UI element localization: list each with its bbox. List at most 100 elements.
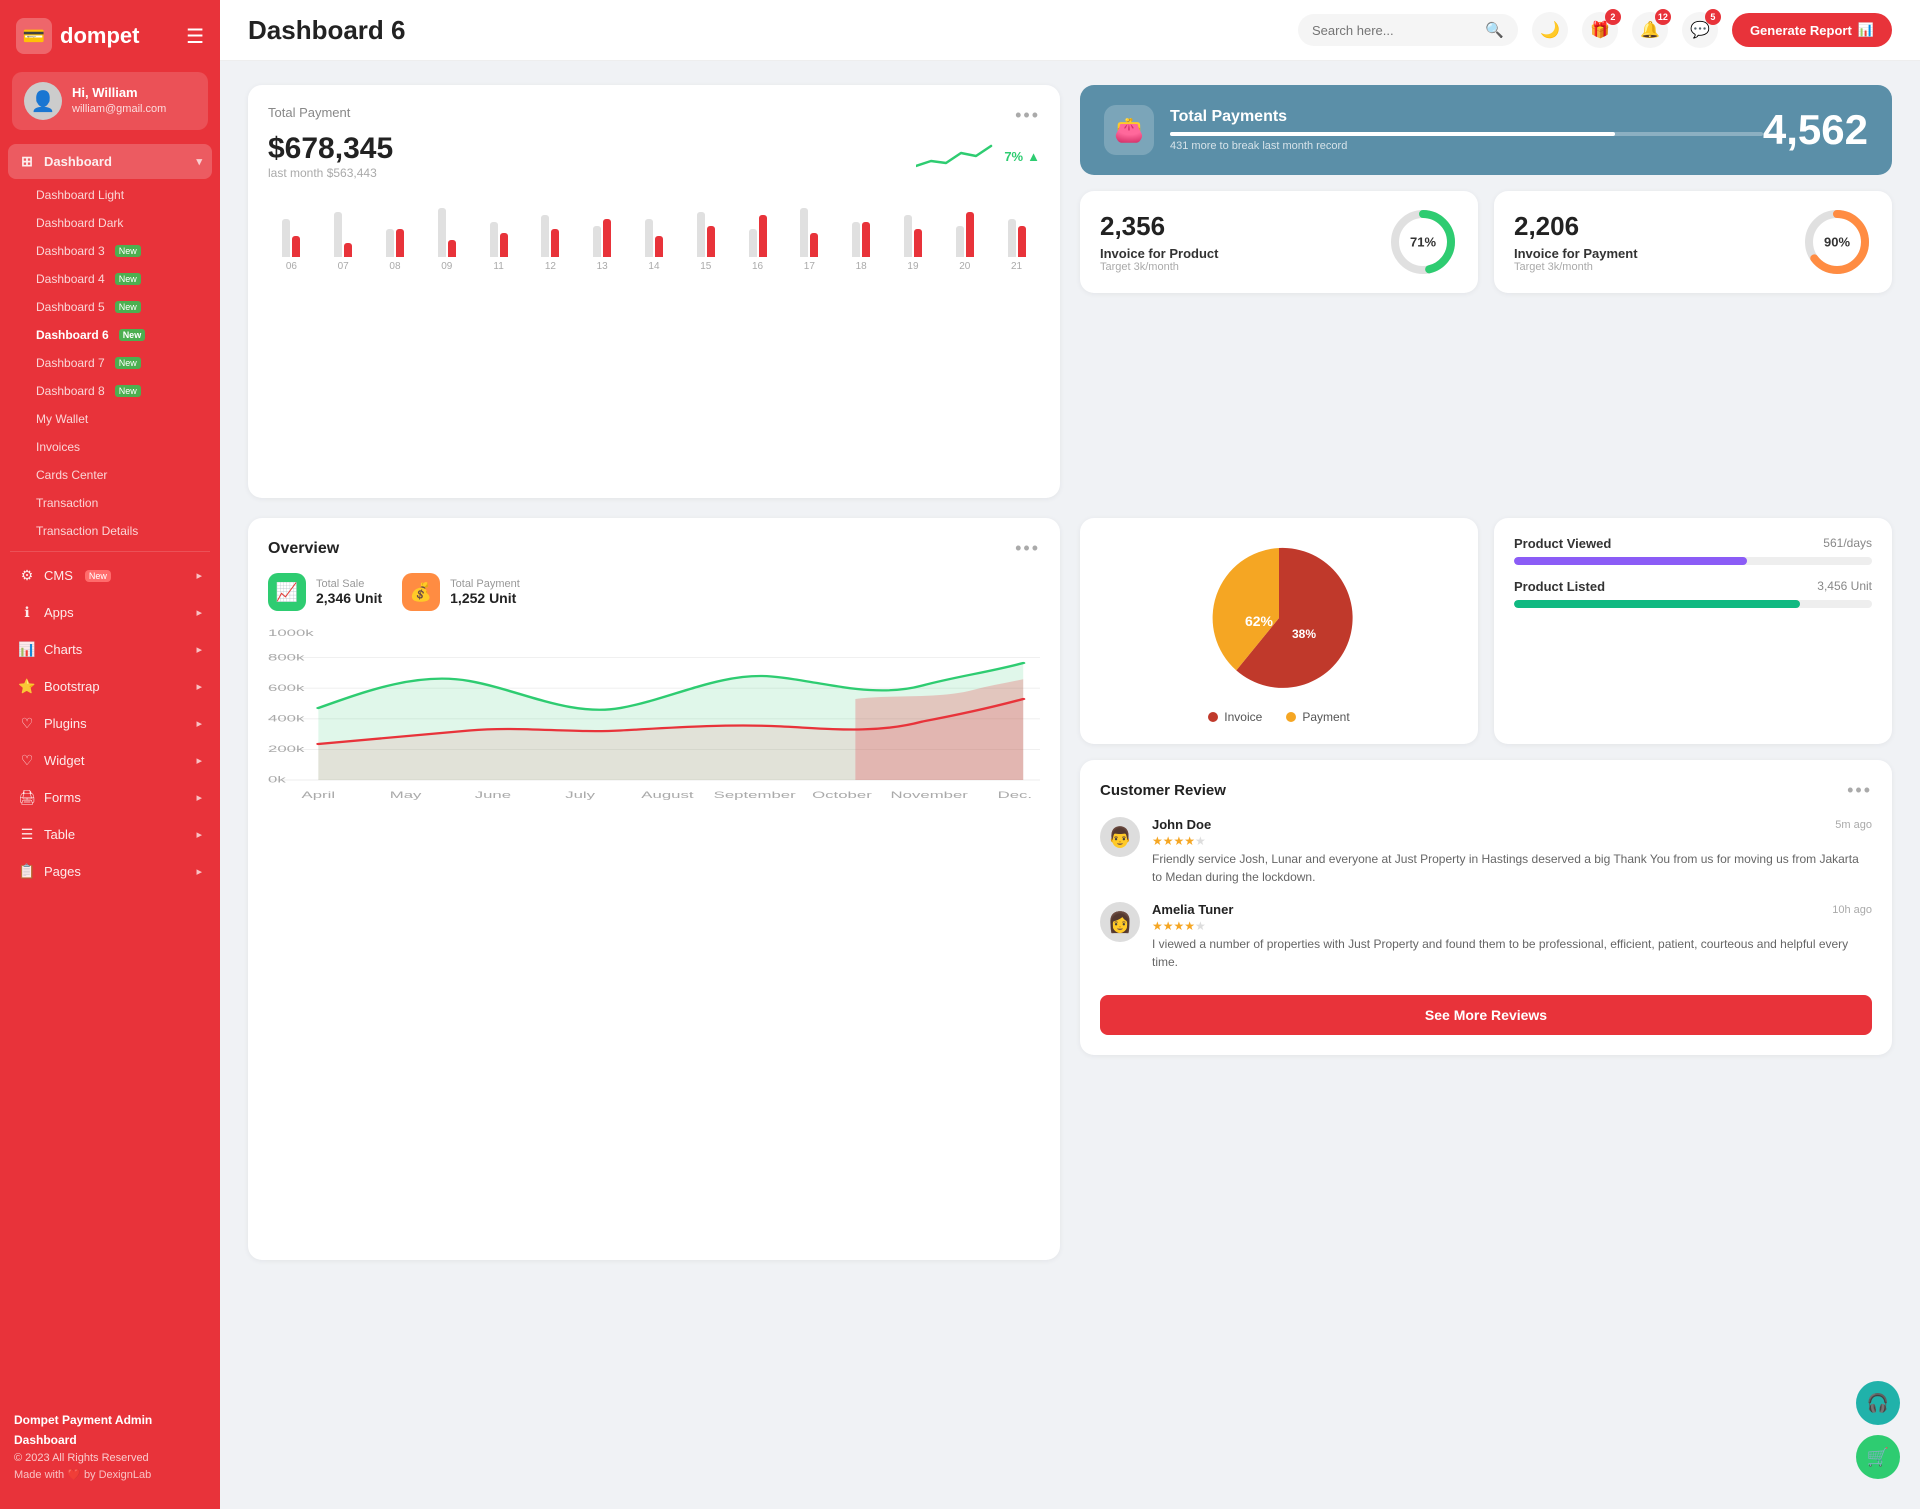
reviewer-name-2: Amelia Tuner <box>1152 902 1233 917</box>
cart-fab-button[interactable]: 🛒 <box>1856 1435 1900 1479</box>
sidebar-item-dashboard-light[interactable]: Dashboard Light <box>26 181 212 209</box>
nav-item-widget[interactable]: ♡ Widget ▸ <box>8 743 212 778</box>
sidebar-item-transaction[interactable]: Transaction <box>26 489 212 517</box>
review-menu-button[interactable]: ••• <box>1847 780 1872 801</box>
banner-title: Total Payments <box>1170 108 1763 126</box>
sidebar-item-dashboard-5[interactable]: Dashboard 5 New <box>26 293 212 321</box>
cart-icon: 🛒 <box>1867 1447 1889 1468</box>
support-fab-button[interactable]: 🎧 <box>1856 1381 1900 1425</box>
topbar: Dashboard 6 🔍 🌙 🎁 2 🔔 12 💬 5 Gen <box>220 0 1920 61</box>
footer-brand: Dompet Payment Admin Dashboard <box>14 1411 206 1449</box>
overview-card: Overview ••• 📈 Total Sale 2,346 Unit 💰 T… <box>248 518 1060 1260</box>
donut-pct-product: 71% <box>1410 235 1436 250</box>
sidebar-item-dashboard-dark[interactable]: Dashboard Dark <box>26 209 212 237</box>
invoice-product-target: Target 3k/month <box>1100 261 1218 273</box>
see-more-reviews-button[interactable]: See More Reviews <box>1100 995 1872 1035</box>
sidebar-item-label: Dashboard 3 <box>36 244 105 258</box>
bell-notification-button[interactable]: 🔔 12 <box>1632 12 1668 48</box>
nav-item-pages[interactable]: 📋 Pages ▸ <box>8 854 212 889</box>
up-arrow-icon: ▲ <box>1027 149 1040 164</box>
sidebar-item-transaction-details[interactable]: Transaction Details <box>26 517 212 545</box>
sidebar-item-label: Cards Center <box>36 468 107 482</box>
bar-grey <box>956 226 964 258</box>
bar-red <box>396 229 404 257</box>
sidebar-item-dashboard-3[interactable]: Dashboard 3 New <box>26 237 212 265</box>
chart-bar-icon: 📊 <box>1858 22 1874 38</box>
bar-pair <box>800 187 818 257</box>
svg-text:June: June <box>475 790 511 800</box>
reviewer-avatar-2: 👩 <box>1100 902 1140 942</box>
nav-item-plugins[interactable]: ♡ Plugins ▸ <box>8 706 212 741</box>
bar-red <box>292 236 300 257</box>
customer-review-card: Customer Review ••• 👨 John Doe 5m ago ★★… <box>1080 760 1892 1055</box>
new-badge: New <box>115 357 141 369</box>
sidebar-item-my-wallet[interactable]: My Wallet <box>26 405 212 433</box>
message-notification-button[interactable]: 💬 5 <box>1682 12 1718 48</box>
bar-group: 06 <box>268 187 315 272</box>
bar-group: 17 <box>786 187 833 272</box>
chevron-right-icon: ▸ <box>196 606 202 619</box>
overview-menu-button[interactable]: ••• <box>1015 538 1040 559</box>
svg-text:38%: 38% <box>1292 627 1316 641</box>
bar-label: 12 <box>545 261 556 272</box>
sidebar-item-cards-center[interactable]: Cards Center <box>26 461 212 489</box>
gift-notification-button[interactable]: 🎁 2 <box>1582 12 1618 48</box>
invoice-payment-card: 2,206 Invoice for Payment Target 3k/mont… <box>1494 191 1892 293</box>
chevron-right-icon: ▸ <box>196 717 202 730</box>
bar-grey <box>852 222 860 257</box>
invoice-payment-donut: 90% <box>1802 207 1872 277</box>
legend-invoice: Invoice <box>1208 710 1262 724</box>
nav-item-bootstrap[interactable]: ⭐ Bootstrap ▸ <box>8 669 212 704</box>
nav-item-dashboard[interactable]: ⊞ Dashboard ▾ <box>8 144 212 179</box>
nav-item-forms[interactable]: 🖨 Forms ▸ <box>8 780 212 815</box>
banner-wallet-icon: 👛 <box>1104 105 1154 155</box>
banner-progress-fill <box>1170 132 1615 136</box>
generate-report-button[interactable]: Generate Report 📊 <box>1732 13 1892 47</box>
star-icon: ⭐ <box>18 678 36 695</box>
sale-icon: 📈 <box>268 573 306 611</box>
reviewer-avatar-1: 👨 <box>1100 817 1140 857</box>
user-card[interactable]: 👤 Hi, William william@gmail.com <box>12 72 208 130</box>
bar-pair <box>490 187 508 257</box>
bar-group: 19 <box>890 187 937 272</box>
bar-pair <box>438 187 456 257</box>
sidebar-item-dashboard-8[interactable]: Dashboard 8 New <box>26 377 212 405</box>
sidebar-item-dashboard-7[interactable]: Dashboard 7 New <box>26 349 212 377</box>
search-input[interactable] <box>1312 23 1477 38</box>
sidebar-item-invoices[interactable]: Invoices <box>26 433 212 461</box>
review-time-1: 5m ago <box>1835 819 1872 831</box>
nav-section-dashboard: ⊞ Dashboard ▾ Dashboard Light Dashboard … <box>0 144 220 545</box>
bar-label: 14 <box>648 261 659 272</box>
pie-container: 62% 38% <box>1100 538 1458 698</box>
theme-toggle-button[interactable]: 🌙 <box>1532 12 1568 48</box>
bar-label: 17 <box>804 261 815 272</box>
review-text-2: I viewed a number of properties with Jus… <box>1152 935 1872 971</box>
nav-table-label: Table <box>44 827 75 842</box>
hamburger-icon[interactable]: ☰ <box>186 24 204 49</box>
sidebar-item-dashboard-4[interactable]: Dashboard 4 New <box>26 265 212 293</box>
trend-chart <box>916 141 996 171</box>
review-text-1: Friendly service Josh, Lunar and everyon… <box>1152 850 1872 886</box>
footer-made: Made with ❤️ by DexignLab <box>14 1467 206 1485</box>
table-icon: ☰ <box>18 826 36 843</box>
total-payment-title: Total Payment <box>268 105 350 120</box>
bar-grey <box>645 219 653 258</box>
footer-copyright: © 2023 All Rights Reserved <box>14 1450 206 1468</box>
svg-text:1000k: 1000k <box>268 628 314 638</box>
nav-item-charts[interactable]: 📊 Charts ▸ <box>8 632 212 667</box>
nav-item-cms[interactable]: ⚙ CMS New ▸ <box>8 558 212 593</box>
bar-red <box>966 212 974 258</box>
banner-subtitle: 431 more to break last month record <box>1170 140 1763 152</box>
review-item-2: 👩 Amelia Tuner 10h ago ★★★★★ I viewed a … <box>1100 902 1872 971</box>
card-menu-button[interactable]: ••• <box>1015 105 1040 126</box>
sidebar-item-dashboard-6[interactable]: Dashboard 6 New <box>26 321 212 349</box>
logo[interactable]: 💳 dompet <box>16 18 139 54</box>
progress-bar-fill-listed <box>1514 600 1800 608</box>
overview-stats: 📈 Total Sale 2,346 Unit 💰 Total Payment … <box>268 573 1040 611</box>
nav-item-apps[interactable]: ℹ Apps ▸ <box>8 595 212 630</box>
bar-pair <box>749 187 767 257</box>
search-box[interactable]: 🔍 <box>1298 14 1518 46</box>
invoice-payment-target: Target 3k/month <box>1514 261 1638 273</box>
nav-item-table[interactable]: ☰ Table ▸ <box>8 817 212 852</box>
bar-grey <box>282 219 290 258</box>
